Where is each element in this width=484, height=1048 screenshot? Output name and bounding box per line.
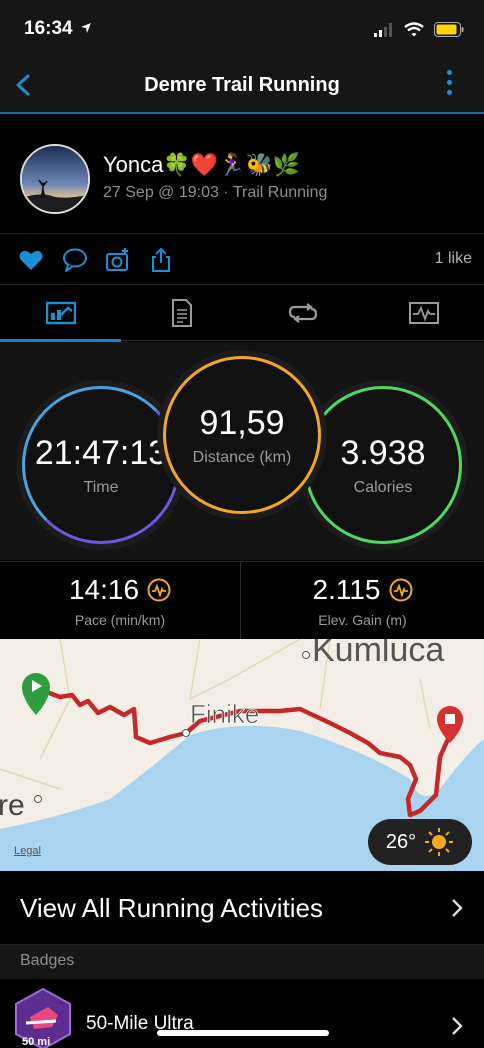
pace-value-wrap: 14:16: [69, 574, 171, 606]
pulse-badge-icon: [147, 578, 171, 602]
weather-badge: 26°: [368, 819, 472, 865]
avatar[interactable]: [20, 144, 90, 214]
distance-value: 91,59: [199, 403, 285, 442]
home-indicator[interactable]: [157, 1030, 329, 1036]
temperature: 26°: [385, 830, 417, 853]
pace-value: 14:16: [68, 574, 140, 605]
comment-icon[interactable]: [62, 247, 88, 273]
tab-details[interactable]: [121, 285, 242, 341]
share-icon[interactable]: [148, 247, 174, 273]
status-time: 16:34: [24, 18, 92, 40]
badge-item-50-mile-ultra[interactable]: 50 mi 50-Mile Ultra: [0, 979, 484, 1048]
elevation-value: 2.115: [312, 574, 381, 605]
heart-icon[interactable]: [18, 247, 44, 273]
secondary-stats: 14:16 Pace (min/km) 2.115 Elev. Gain (m): [0, 561, 484, 640]
social-actions: 1 like: [0, 235, 484, 285]
user-name[interactable]: Yonca🍀❤️🏃‍♀️🐝🌿: [103, 152, 300, 178]
status-bar: 16:34: [0, 0, 484, 58]
dot: [446, 80, 452, 85]
elevation-stat: 2.115 Elev. Gain (m): [242, 562, 483, 640]
activity-tabs: [0, 285, 484, 342]
view-all-activities-row[interactable]: View All Running Activities: [0, 871, 484, 945]
distance-ring: 91,59 Distance (km): [163, 356, 321, 514]
clock: 16:34: [24, 18, 73, 39]
distance-label: Distance (km): [192, 448, 292, 466]
pace-stat: 14:16 Pace (min/km): [0, 562, 241, 640]
chevron-right-icon: [452, 899, 463, 917]
nav-bar: Demre Trail Running: [0, 58, 484, 114]
elevation-label: Elev. Gain (m): [318, 612, 407, 628]
pace-label: Pace (min/km): [74, 612, 166, 628]
status-icons: [374, 22, 464, 37]
map-label-finike: Finike: [190, 699, 259, 729]
sun-icon: [425, 828, 454, 856]
activity-header: Yonca🍀❤️🏃‍♀️🐝🌿 27 Sep @ 19:03 · Trail Ru…: [0, 114, 484, 234]
calories-ring: 3.938 Calories: [304, 386, 462, 544]
ultra-badge-icon: 50 mi: [15, 987, 71, 1048]
metric-rings: 21:47:13 Time 3.938 Calories 91,59 Dista…: [0, 342, 484, 560]
page-title: Demre Trail Running: [144, 74, 340, 96]
location-arrow-icon: [80, 23, 91, 33]
signal-icon: [374, 22, 392, 37]
map-label-demre: re: [0, 789, 25, 822]
heart-rate-chart-icon: [408, 302, 439, 324]
pulse-badge-icon: [389, 578, 412, 602]
tab-laps[interactable]: [242, 285, 363, 341]
activity-meta: 27 Sep @ 19:03 · Trail Running: [103, 184, 328, 201]
elevation-value-wrap: 2.115: [313, 574, 413, 606]
more-options-button[interactable]: [442, 70, 456, 102]
dot: [446, 70, 452, 75]
badges-header-label: Badges: [20, 952, 75, 969]
like-count[interactable]: 1 like: [435, 250, 472, 268]
map-label-kumluca: Kumluca: [312, 639, 444, 669]
dot: [446, 90, 452, 95]
route-map[interactable]: Finike Kumluca re Legal 26°: [0, 639, 484, 871]
time-value: 21:47:13: [34, 433, 168, 472]
legal-link[interactable]: Legal: [14, 845, 41, 857]
wifi-icon: [404, 22, 424, 37]
tab-overview[interactable]: [0, 285, 121, 342]
chevron-right-icon: [452, 1017, 463, 1035]
stats-chart-icon: [45, 301, 76, 325]
calories-value: 3.938: [340, 433, 426, 472]
battery-icon: [434, 22, 464, 37]
view-all-label: View All Running Activities: [20, 893, 324, 923]
document-list-icon: [171, 299, 192, 327]
add-photo-icon[interactable]: [105, 247, 131, 273]
badge-mark: 50 mi: [22, 1036, 50, 1048]
calories-label: Calories: [353, 478, 413, 496]
time-ring: 21:47:13 Time: [22, 386, 180, 544]
tab-charts[interactable]: [363, 285, 484, 341]
time-label: Time: [83, 478, 119, 496]
badges-section-header: Badges: [0, 945, 484, 979]
repeat-laps-icon: [288, 303, 317, 323]
avatar-photo: [22, 146, 88, 212]
